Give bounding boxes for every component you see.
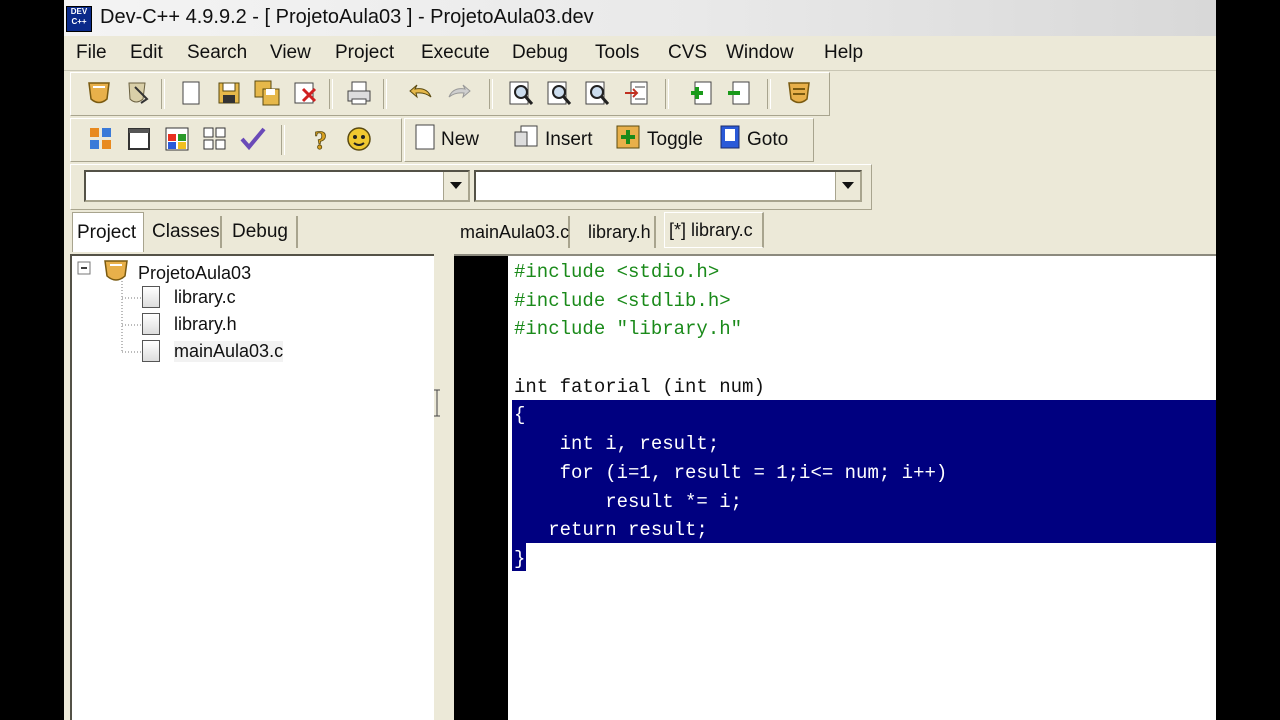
new-label: New <box>441 129 480 150</box>
code-line: result *= i; <box>514 490 743 513</box>
about-icon[interactable] <box>343 123 375 155</box>
code-line: { <box>514 404 526 427</box>
tree-project-node[interactable]: ProjetoAula03 <box>102 258 251 289</box>
toggle-icon <box>615 124 641 156</box>
menu-debug[interactable]: Debug <box>512 42 568 64</box>
new-bookmark-button[interactable]: New <box>415 124 480 156</box>
undo-icon[interactable] <box>405 77 437 109</box>
menu-window[interactable]: Window <box>726 42 794 64</box>
goto-label: Goto <box>747 129 789 150</box>
find-next-icon[interactable] <box>581 77 613 109</box>
tab-project[interactable]: Project <box>72 212 144 252</box>
right-black-border <box>1216 0 1280 720</box>
tab-debug[interactable]: Debug <box>228 216 298 248</box>
main-toolbar <box>70 72 830 116</box>
panel-splitter[interactable] <box>434 252 440 720</box>
member-combo[interactable] <box>474 170 862 202</box>
rebuild-all-icon[interactable] <box>199 123 231 155</box>
window-title: Dev-C++ 4.9.9.2 - [ ProjetoAula03 ] - Pr… <box>100 6 594 28</box>
tree-file-mainaula03-c[interactable]: mainAula03.c <box>142 340 284 362</box>
run-icon[interactable] <box>123 123 155 155</box>
code-editor[interactable]: #include <stdio.h> #include <stdlib.h> #… <box>454 254 1216 720</box>
file-icon <box>142 340 160 362</box>
insert-button[interactable]: Insert <box>513 125 593 155</box>
goto-line-icon[interactable] <box>621 77 653 109</box>
code-line: return result; <box>514 519 708 542</box>
file-label: mainAula03.c <box>174 340 284 362</box>
bookmark-toolbar: New Insert Toggle Goto <box>404 118 814 162</box>
compile-toolbar: ? <box>70 118 402 162</box>
code-line: } <box>514 547 526 570</box>
svg-text:?: ? <box>314 126 327 153</box>
redo-icon[interactable] <box>443 77 475 109</box>
add-to-project-icon[interactable] <box>685 77 717 109</box>
code-content: #include <stdio.h> #include <stdlib.h> #… <box>514 258 947 574</box>
code-line: #include "library.h" <box>514 318 743 341</box>
menu-project[interactable]: Project <box>335 42 394 64</box>
menu-cvs[interactable]: CVS <box>668 42 707 64</box>
insert-icon <box>513 124 539 156</box>
code-line: int fatorial (int num) <box>514 375 765 398</box>
tab-classes[interactable]: Classes <box>148 216 222 248</box>
compile-run-icon[interactable] <box>161 123 193 155</box>
left-black-border <box>0 0 64 720</box>
file-label: library.c <box>174 286 236 307</box>
class-combo[interactable] <box>84 170 470 202</box>
open-project-icon[interactable] <box>121 77 153 109</box>
tab-mainaula03-c[interactable]: mainAula03.c <box>456 216 570 248</box>
title-bar: DEV C++ Dev-C++ 4.9.9.2 - [ ProjetoAula0… <box>64 0 1216 36</box>
project-options-icon[interactable] <box>783 77 815 109</box>
chevron-down-icon[interactable] <box>443 172 468 200</box>
find-icon[interactable] <box>505 77 537 109</box>
code-line: #include <stdio.h> <box>514 261 720 283</box>
code-line: #include <stdlib.h> <box>514 289 731 312</box>
help-icon[interactable]: ? <box>305 123 337 155</box>
app-logo-icon: DEV C++ <box>66 6 92 32</box>
new-icon <box>415 124 435 156</box>
print-icon[interactable] <box>343 77 375 109</box>
toggle-label: Toggle <box>647 129 703 150</box>
menu-search[interactable]: Search <box>187 42 247 64</box>
code-line: int i, result; <box>514 433 720 456</box>
menu-view[interactable]: View <box>270 42 311 64</box>
chevron-down-icon[interactable] <box>835 172 860 200</box>
menu-bar: File Edit Search View Project Execute De… <box>64 36 1216 71</box>
replace-icon[interactable] <box>543 77 575 109</box>
goto-icon <box>719 124 741 156</box>
file-icon <box>142 286 160 308</box>
remove-from-project-icon[interactable] <box>723 77 755 109</box>
save-all-icon[interactable] <box>251 77 283 109</box>
devcpp-window: DEV C++ Dev-C++ 4.9.9.2 - [ ProjetoAula0… <box>64 0 1216 720</box>
compile-icon[interactable] <box>85 123 117 155</box>
tab-library-c[interactable]: [*] library.c <box>664 212 764 248</box>
code-line: for (i=1, result = 1;i<= num; i++) <box>514 461 948 484</box>
menu-help[interactable]: Help <box>824 42 863 64</box>
toggle-button[interactable]: Toggle <box>615 125 703 155</box>
project-icon[interactable] <box>83 77 115 109</box>
menu-tools[interactable]: Tools <box>595 42 639 64</box>
menu-file[interactable]: File <box>76 42 107 64</box>
new-file-icon[interactable] <box>175 77 207 109</box>
project-icon <box>102 258 130 289</box>
project-name: ProjetoAula03 <box>138 263 252 283</box>
file-label: library.h <box>174 313 237 334</box>
check-icon[interactable] <box>237 123 269 155</box>
menu-edit[interactable]: Edit <box>130 42 163 64</box>
menu-execute[interactable]: Execute <box>421 42 490 64</box>
project-tree: ProjetoAula03 library.c library.h mainAu… <box>70 254 436 720</box>
save-icon[interactable] <box>213 77 245 109</box>
editor-gutter <box>454 256 508 720</box>
goto-button[interactable]: Goto <box>719 125 788 155</box>
tree-file-library-h[interactable]: library.h <box>142 313 237 335</box>
close-file-icon[interactable] <box>289 77 321 109</box>
insert-label: Insert <box>545 129 593 150</box>
tab-library-h[interactable]: library.h <box>584 216 656 248</box>
file-icon <box>142 313 160 335</box>
tree-file-library-c[interactable]: library.c <box>142 286 236 308</box>
